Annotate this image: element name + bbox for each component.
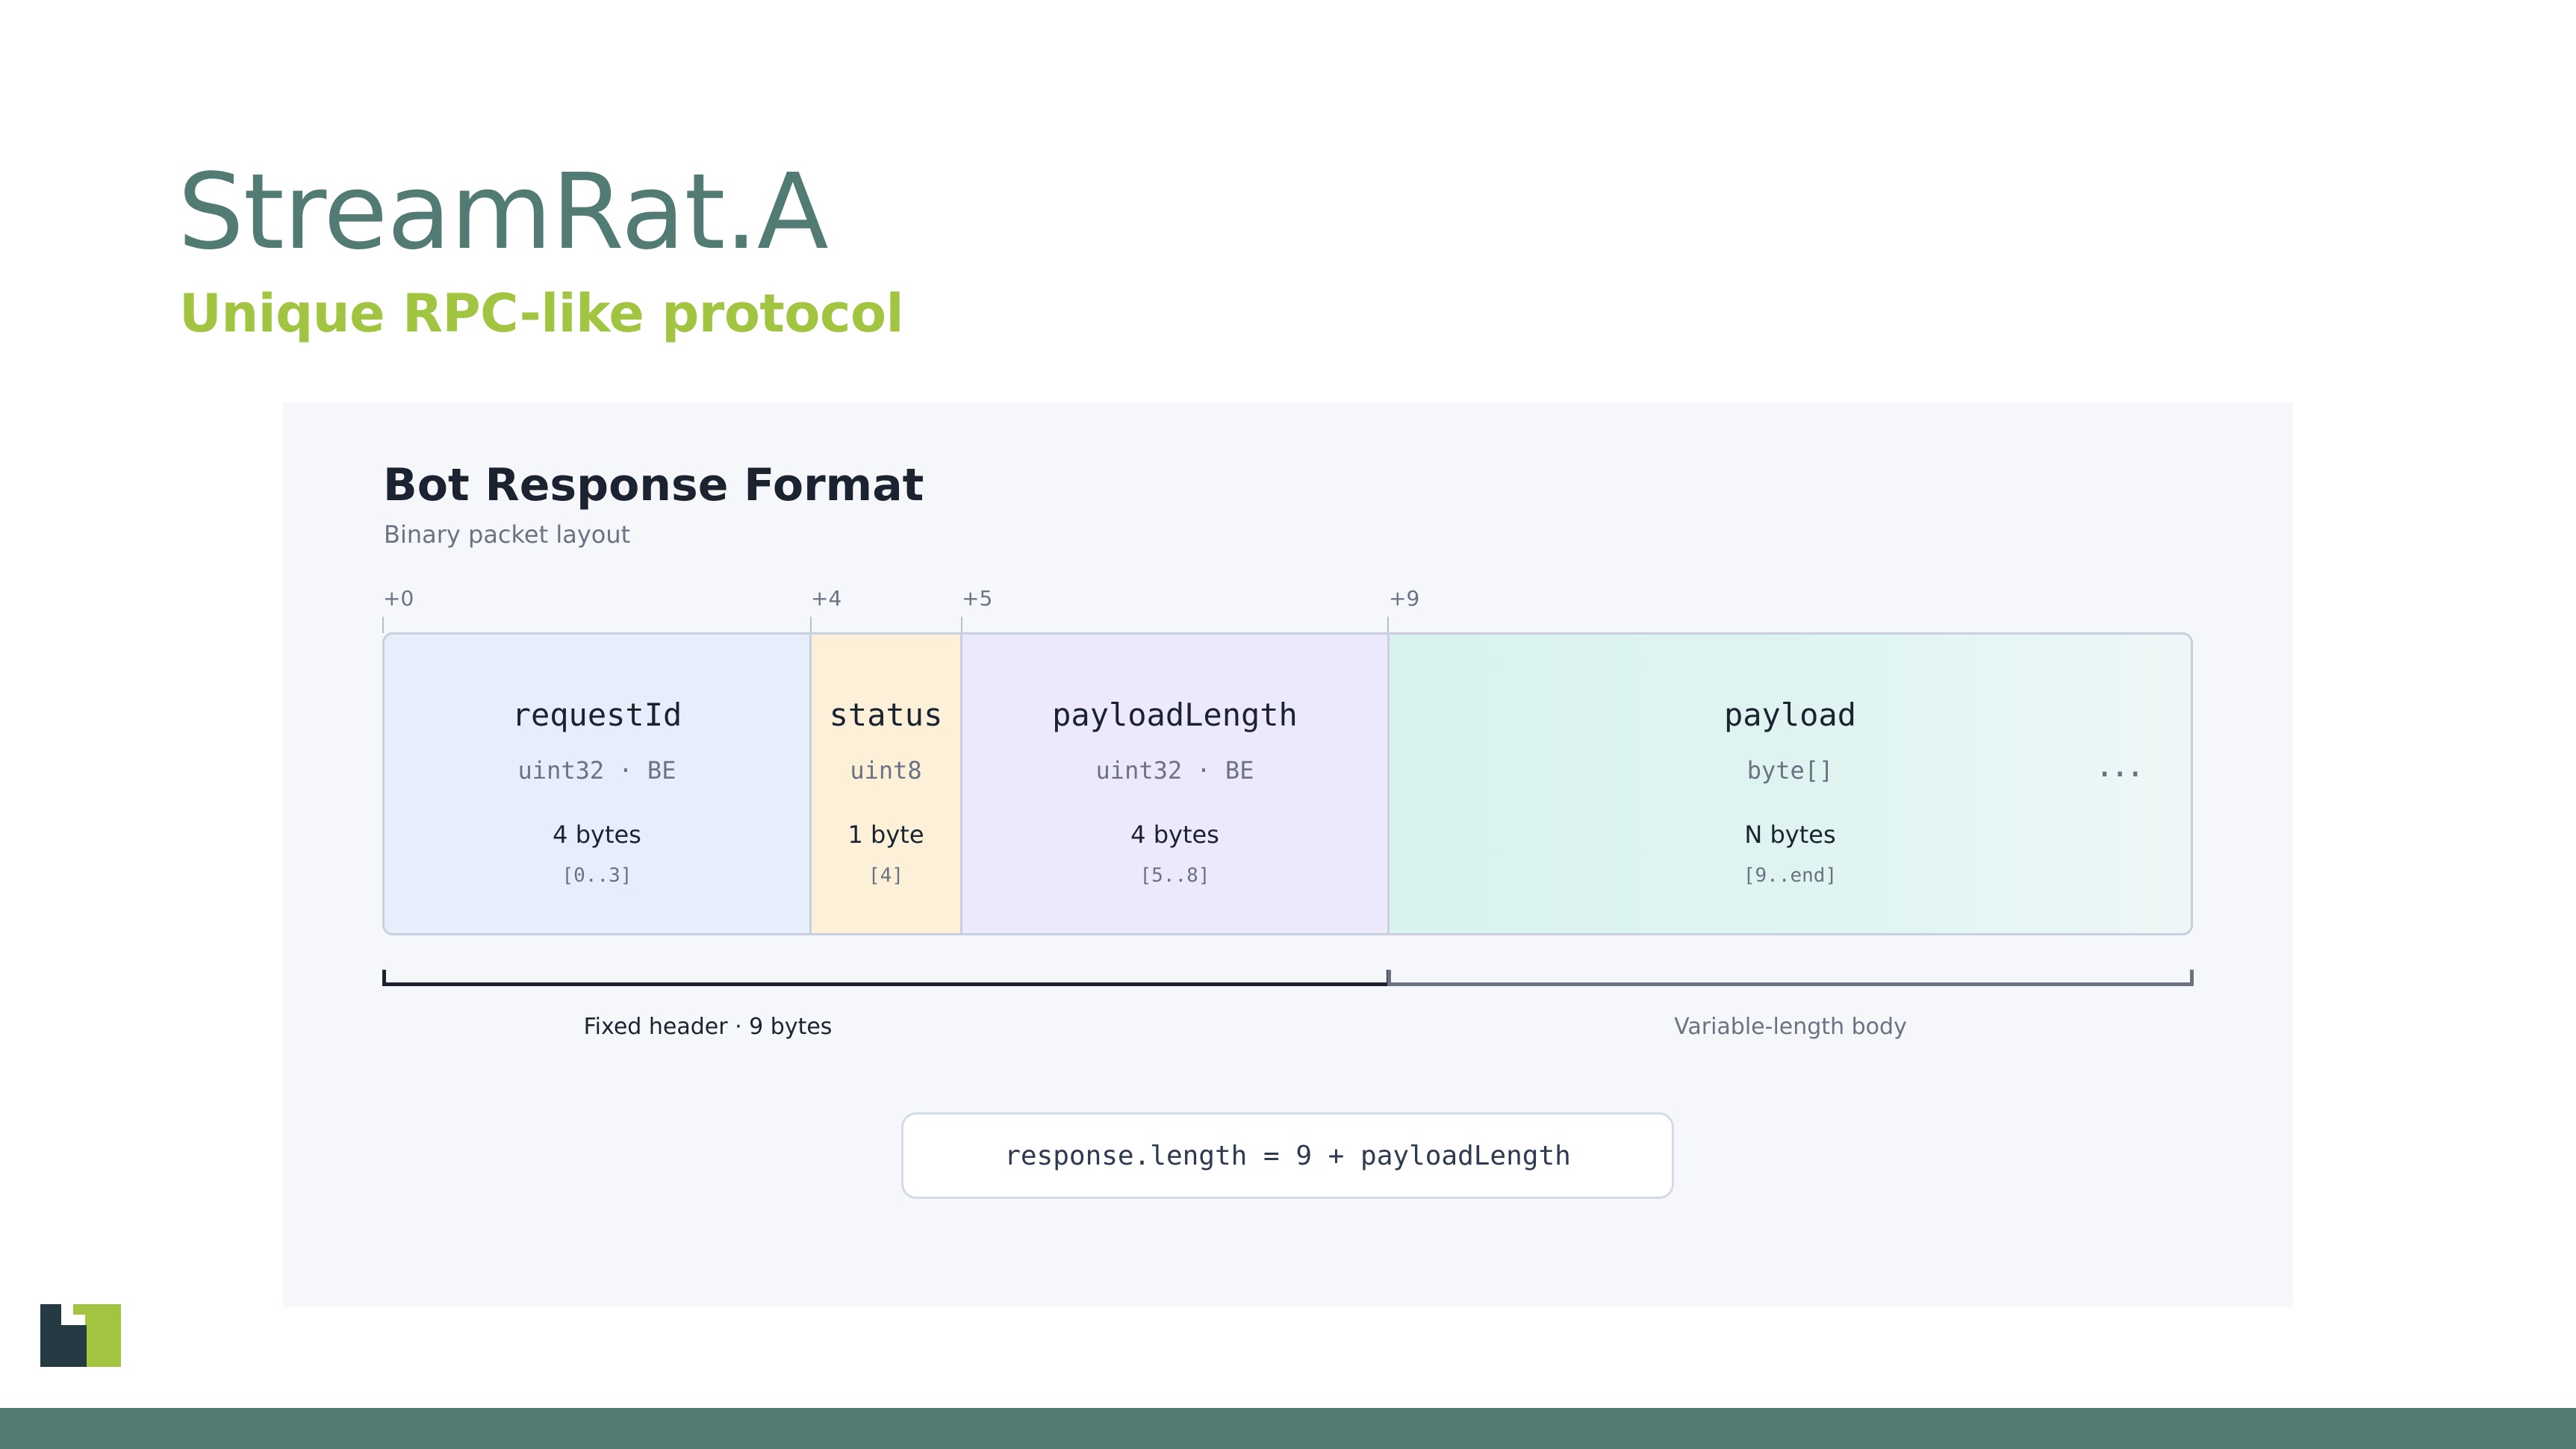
diagram-title: Bot Response Format xyxy=(383,459,924,511)
offset-label-4: +4 xyxy=(811,586,842,611)
offset-tick-4 xyxy=(810,617,812,633)
offset-label-5: +5 xyxy=(962,586,993,611)
field-size: N bytes xyxy=(1744,820,1836,849)
field-status: status uint8 1 byte [4] xyxy=(812,635,962,933)
field-name: status xyxy=(829,697,943,733)
variable-body-label: Variable-length body xyxy=(1674,1014,1907,1040)
field-name: payloadLength xyxy=(1052,697,1298,733)
diagram-subtitle: Binary packet layout xyxy=(384,520,631,549)
field-request-id: requestId uint32 · BE 4 bytes [0..3] xyxy=(385,635,812,933)
field-name: requestId xyxy=(511,697,682,733)
field-type: uint32 · BE xyxy=(517,756,676,785)
length-formula: response.length = 9 + payloadLength xyxy=(901,1112,1674,1199)
offset-label-0: +0 xyxy=(383,586,414,611)
variable-body-bracket xyxy=(1387,970,2194,986)
field-size: 4 bytes xyxy=(1130,820,1219,849)
offset-tick-5 xyxy=(961,617,962,633)
field-range: [5..8] xyxy=(1139,864,1210,887)
slide-title: StreamRat.A xyxy=(178,152,829,273)
field-type: byte[] xyxy=(1746,756,1834,785)
field-payload-length: payloadLength uint32 · BE 4 bytes [5..8] xyxy=(962,635,1390,933)
field-range: [4] xyxy=(868,864,903,887)
packet-layout: requestId uint32 · BE 4 bytes [0..3] sta… xyxy=(382,632,2193,935)
fixed-header-label-text: Fixed header · 9 bytes xyxy=(583,1014,833,1040)
offset-tick-0 xyxy=(382,617,384,633)
field-range: [9..end] xyxy=(1743,864,1838,887)
field-size: 4 bytes xyxy=(553,820,641,849)
slide-subtitle: Unique RPC-like protocol xyxy=(179,283,904,344)
field-type: uint32 · BE xyxy=(1095,756,1254,785)
fixed-header-label: Fixed header · 9 bytes xyxy=(382,1012,1390,1042)
offset-tick-9 xyxy=(1387,617,1389,633)
continuation-ellipsis: ··· xyxy=(2098,752,2144,797)
company-logo-icon xyxy=(40,1304,121,1367)
field-payload: payload byte[] N bytes [9..end] ··· xyxy=(1390,635,2191,933)
field-size: 1 byte xyxy=(847,820,924,849)
field-type: uint8 xyxy=(850,756,922,785)
field-range: [0..3] xyxy=(561,864,632,887)
footer-bar xyxy=(0,1408,2576,1449)
field-name: payload xyxy=(1723,697,1856,733)
offset-label-9: +9 xyxy=(1389,586,1420,611)
fixed-header-bracket xyxy=(382,970,1390,986)
